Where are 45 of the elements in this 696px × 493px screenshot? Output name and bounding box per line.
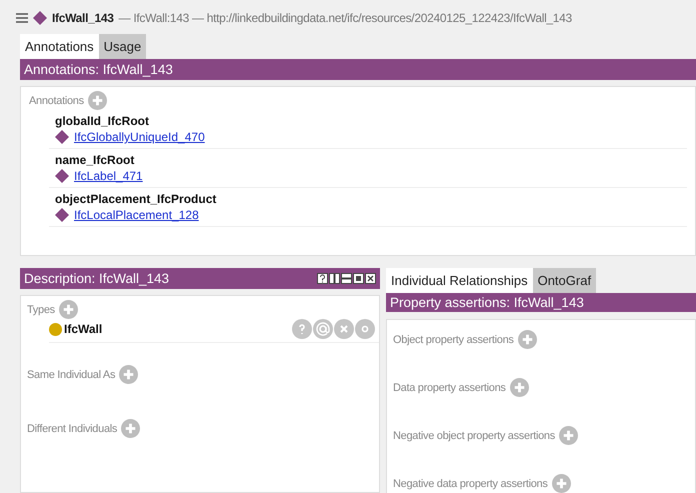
panel-header: Description: IfcWall_143 — [20, 268, 380, 289]
panel-header: Annotations: IfcWall_143 — [20, 59, 696, 80]
section-label: Object property assertions — [393, 334, 514, 346]
menu-icon[interactable] — [16, 13, 28, 23]
split-icon[interactable] — [329, 273, 340, 284]
section-label: Annotations — [29, 94, 84, 106]
section-label: Types — [27, 304, 55, 316]
maximize-icon[interactable] — [353, 273, 364, 284]
tab[interactable]: Usage — [98, 34, 146, 59]
delete-icon[interactable] — [334, 319, 354, 339]
annotation-property: globalId_IfcRoot — [55, 114, 150, 128]
annotation-value-link[interactable]: IfcLocalPlacement_128 — [74, 208, 199, 222]
at-sign-icon[interactable] — [313, 319, 333, 339]
panel-header: Property assertions: IfcWall_143 — [386, 293, 696, 312]
edit-icon[interactable] — [355, 319, 375, 339]
tab[interactable]: OntoGraf — [532, 268, 596, 293]
section-label: Data property assertions — [393, 382, 506, 394]
section-label: Negative data property assertions — [393, 478, 548, 490]
diamond-icon — [55, 169, 69, 183]
add-icon[interactable] — [88, 91, 107, 110]
tab[interactable]: Individual Relationships — [386, 268, 533, 293]
add-icon[interactable] — [510, 378, 529, 397]
section-label: Different Individuals — [27, 422, 118, 434]
annotation-property: objectPlacement_IfcProduct — [55, 192, 218, 206]
diamond-icon — [33, 11, 47, 25]
add-icon[interactable] — [119, 365, 138, 384]
add-icon[interactable] — [518, 330, 537, 349]
annotation-value-link[interactable]: IfcGloballyUniqueId_470 — [74, 130, 205, 144]
section-label: Negative object property assertions — [393, 430, 555, 442]
minimize-icon[interactable] — [341, 273, 352, 284]
add-icon[interactable] — [58, 300, 78, 319]
diamond-icon — [55, 130, 69, 144]
add-icon[interactable] — [552, 474, 571, 493]
entity-iri: — IfcWall:143 — http://linkedbuildingdata.net/ifc/resources/20240125_122423/IfcWall_143 — [118, 11, 572, 25]
add-icon[interactable] — [121, 419, 140, 438]
entity-name: IfcWall_143 — [52, 11, 114, 25]
annotation-property: name_IfcRoot — [55, 153, 136, 167]
diamond-icon — [55, 208, 69, 222]
add-icon[interactable] — [558, 426, 578, 445]
close-icon[interactable] — [365, 273, 376, 284]
tab[interactable]: Annotations — [20, 34, 99, 59]
annotation-value-link[interactable]: IfcLabel_471 — [74, 169, 143, 183]
help-icon[interactable] — [317, 273, 328, 284]
type-name: IfcWall — [64, 322, 104, 336]
section-label: Same Individual As — [27, 368, 116, 380]
